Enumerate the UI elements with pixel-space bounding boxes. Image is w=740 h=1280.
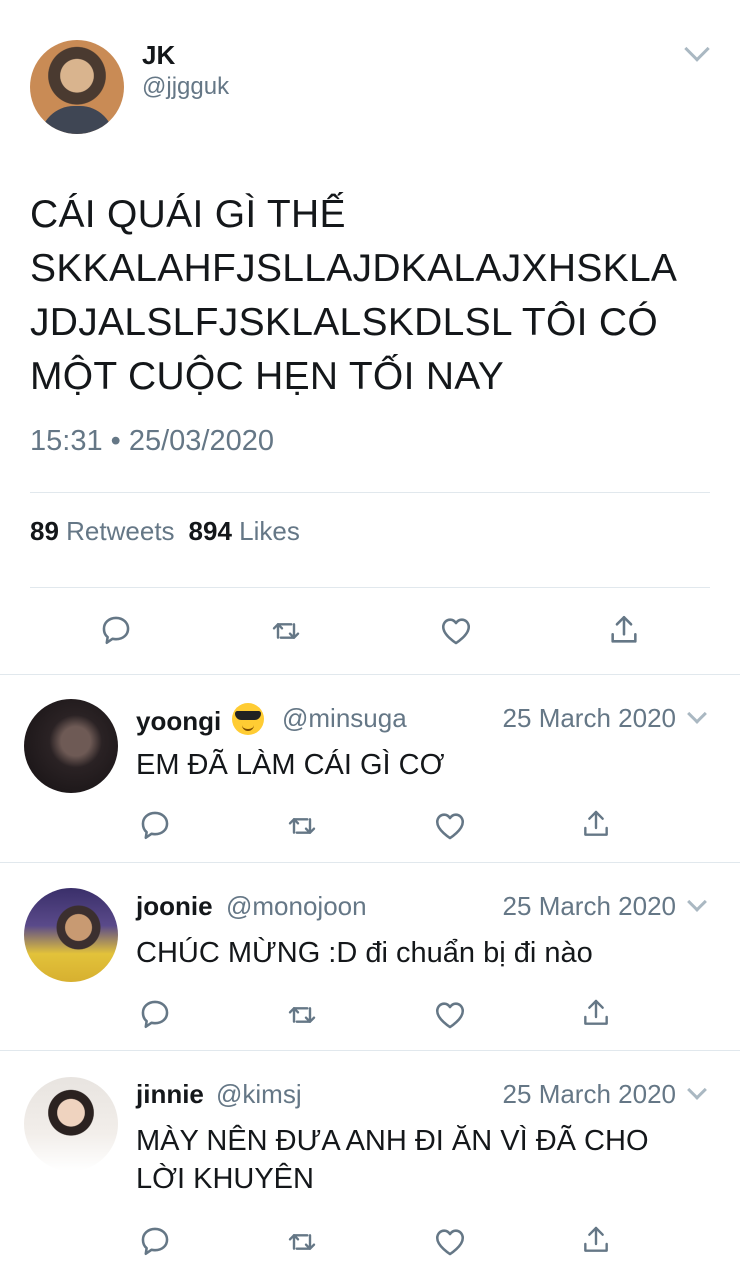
reply-text: CHÚC MỪNG :D đi chuẩn bị đi nào bbox=[136, 934, 716, 972]
reply-author-name[interactable]: joonie bbox=[136, 891, 213, 922]
like-icon[interactable] bbox=[432, 1225, 468, 1259]
like-icon[interactable] bbox=[438, 614, 474, 648]
like-label: Likes bbox=[239, 516, 300, 546]
retweet-count: 89 bbox=[30, 516, 59, 546]
tweet-text-line: CÁI QUÁI GÌ THẾ bbox=[30, 193, 346, 236]
chevron-down-icon[interactable] bbox=[687, 704, 707, 724]
reply-date: 25 March 2020 bbox=[502, 891, 676, 921]
avatar[interactable] bbox=[24, 1077, 118, 1171]
tweet-text-line: SKKALAHFJSLLAJDKALAJXHSKLA bbox=[30, 247, 678, 290]
divider bbox=[30, 587, 710, 588]
reply-author-handle[interactable]: @kimsj bbox=[216, 1079, 302, 1110]
reply-author-handle[interactable]: @monojoon bbox=[226, 891, 367, 922]
reply-author-handle[interactable]: @minsuga bbox=[282, 703, 407, 734]
sunglasses-emoji-icon bbox=[232, 703, 265, 735]
like-stat[interactable]: 894 Likes bbox=[189, 516, 300, 546]
chevron-down-icon[interactable] bbox=[684, 36, 710, 62]
reply-icon[interactable] bbox=[138, 997, 172, 1031]
share-icon[interactable] bbox=[580, 807, 612, 841]
retweet-icon[interactable] bbox=[284, 810, 320, 842]
reply-text-line: CHÚC MỪNG :D đi chuẩn bị đi nào bbox=[136, 937, 593, 969]
tweet-stats: 89 Retweets 894 Likes bbox=[30, 516, 300, 547]
reply-text-line: MÀY NÊN ĐƯA ANH ĐI ĂN VÌ ĐÃ CHO bbox=[136, 1125, 649, 1157]
reply-author-name-text: yoongi bbox=[136, 706, 222, 736]
tweet-text-line: JDJALSLFJSKLALSKDLSL TÔI CÓ bbox=[30, 301, 659, 344]
reply-text: EM ĐÃ LÀM CÁI GÌ CƠ bbox=[136, 746, 716, 784]
reply-tweet[interactable]: yoongi @minsuga 25 March 2020 EM ĐÃ LÀM … bbox=[0, 675, 740, 863]
retweet-icon[interactable] bbox=[284, 1226, 320, 1258]
reply-text-line: EM ĐÃ LÀM CÁI GÌ CƠ bbox=[136, 749, 445, 781]
retweet-icon[interactable] bbox=[268, 615, 304, 647]
reply-tweet[interactable]: jinnie @kimsj 25 March 2020 MÀY NÊN ĐƯA … bbox=[0, 1051, 740, 1280]
divider bbox=[30, 492, 710, 493]
like-icon[interactable] bbox=[432, 809, 468, 843]
author-handle[interactable]: @jjgguk bbox=[142, 73, 229, 101]
share-icon[interactable] bbox=[580, 996, 612, 1030]
reply-date: 25 March 2020 bbox=[502, 703, 676, 733]
retweet-label: Retweets bbox=[66, 516, 175, 546]
share-icon[interactable] bbox=[607, 612, 641, 648]
chevron-down-icon[interactable] bbox=[687, 892, 707, 912]
like-count: 894 bbox=[188, 516, 232, 546]
share-icon[interactable] bbox=[580, 1223, 612, 1257]
reply-icon[interactable] bbox=[138, 1224, 172, 1258]
reply-author-name[interactable]: yoongi bbox=[136, 703, 268, 737]
retweet-icon[interactable] bbox=[284, 999, 320, 1031]
reply-date: 25 March 2020 bbox=[502, 1079, 676, 1109]
chevron-down-icon[interactable] bbox=[687, 1080, 707, 1100]
reply-text-line: LỜI KHUYÊN bbox=[136, 1163, 314, 1195]
author-name[interactable]: JK bbox=[142, 40, 175, 71]
retweet-stat[interactable]: 89 Retweets bbox=[30, 516, 175, 546]
reply-text: MÀY NÊN ĐƯA ANH ĐI ĂN VÌ ĐÃ CHO LỜI KHUY… bbox=[136, 1122, 716, 1198]
avatar[interactable] bbox=[24, 699, 118, 793]
main-tweet: JK @jjgguk CÁI QUÁI GÌ THẾ SKKALAHFJSLLA… bbox=[0, 0, 740, 675]
reply-tweet[interactable]: joonie @monojoon 25 March 2020 CHÚC MỪNG… bbox=[0, 863, 740, 1051]
avatar[interactable] bbox=[30, 40, 124, 134]
tweet-timestamp: 15:31 • 25/03/2020 bbox=[30, 425, 274, 457]
reply-icon[interactable] bbox=[138, 808, 172, 842]
like-icon[interactable] bbox=[432, 998, 468, 1032]
reply-author-name[interactable]: jinnie bbox=[136, 1079, 204, 1110]
tweet-text: CÁI QUÁI GÌ THẾ SKKALAHFJSLLAJDKALAJXHSK… bbox=[30, 188, 720, 404]
reply-icon[interactable] bbox=[99, 613, 133, 647]
avatar[interactable] bbox=[24, 888, 118, 982]
tweet-text-line: MỘT CUỘC HẸN TỐI NAY bbox=[30, 355, 505, 398]
